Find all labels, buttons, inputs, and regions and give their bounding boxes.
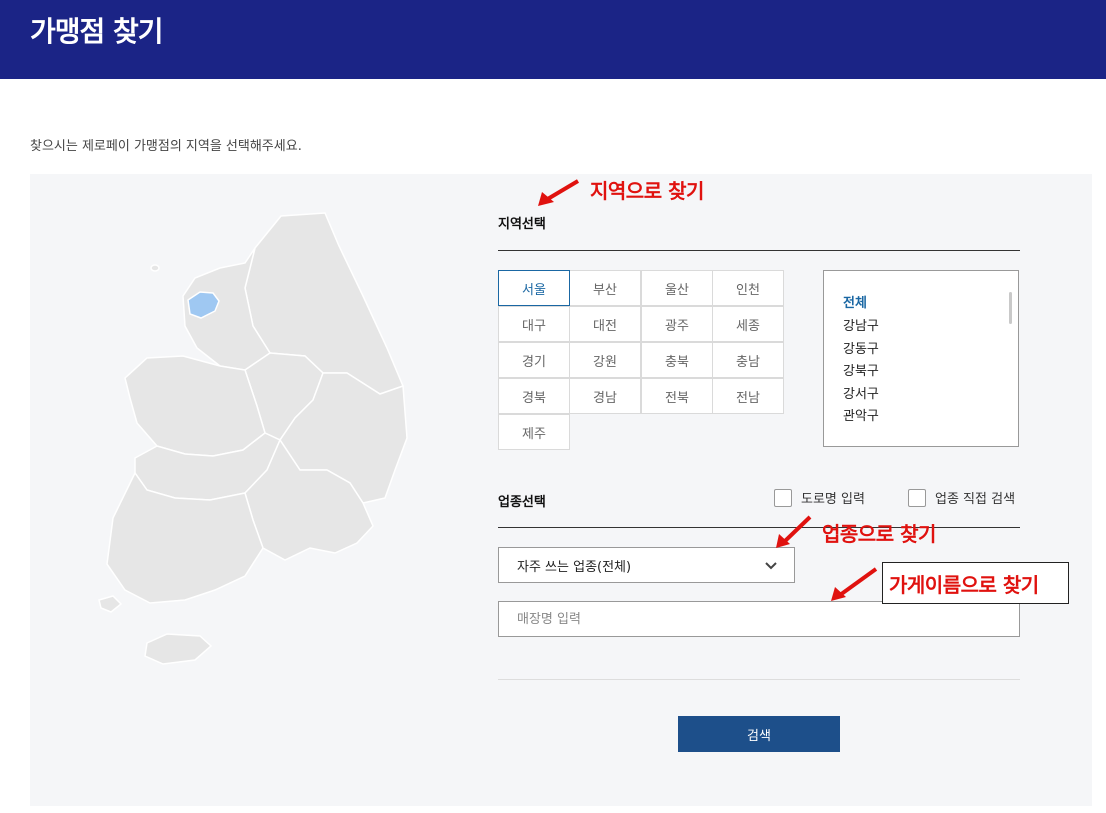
region-button-gyeongnam[interactable]: 경남 — [569, 378, 641, 414]
region-button-sejong[interactable]: 세종 — [712, 306, 784, 342]
district-list[interactable]: 전체 강남구 강동구 강북구 강서구 관악구 — [823, 270, 1019, 447]
region-button-busan[interactable]: 부산 — [569, 270, 641, 306]
region-button-daejeon[interactable]: 대전 — [569, 306, 641, 342]
intro-text: 찾으시는 제로페이 가맹점의 지역을 선택해주세요. — [30, 139, 302, 154]
red-arrow-icon — [831, 567, 878, 601]
region-button-jeju[interactable]: 제주 — [498, 414, 570, 450]
store-name-input[interactable] — [498, 601, 1020, 637]
page-title: 가맹점 찾기 — [30, 15, 164, 48]
region-button-jeonbuk[interactable]: 전북 — [641, 378, 713, 414]
region-button-gyeongbuk[interactable]: 경북 — [498, 378, 570, 414]
district-item[interactable]: 강동구 — [843, 338, 879, 357]
region-button-gyeonggi[interactable]: 경기 — [498, 342, 570, 378]
map-region-incheon-island — [98, 595, 123, 613]
region-button-gangwon[interactable]: 강원 — [569, 342, 641, 378]
annotation-by-store-name: 가게이름으로 찾기 — [889, 573, 1039, 597]
region-button-gwangju[interactable]: 광주 — [641, 306, 713, 342]
region-button-daegu[interactable]: 대구 — [498, 306, 570, 342]
road-name-checkbox[interactable]: 도로명 입력 — [774, 488, 865, 507]
chevron-down-icon — [765, 562, 777, 570]
district-item[interactable]: 강서구 — [843, 383, 879, 402]
region-divider — [498, 250, 1020, 251]
region-button-seoul[interactable]: 서울 — [498, 270, 570, 306]
category-select[interactable]: 자주 쓰는 업종(전체) — [498, 547, 795, 583]
checkbox-box[interactable] — [908, 488, 926, 507]
search-button[interactable]: 검색 — [678, 716, 840, 752]
region-button-ulsan[interactable]: 울산 — [641, 270, 713, 306]
checkbox-box[interactable] — [774, 488, 792, 507]
category-section-title: 업종선택 — [498, 495, 546, 510]
region-section-title: 지역선택 — [498, 217, 546, 232]
region-button-incheon[interactable]: 인천 — [712, 270, 784, 306]
district-scrollbar[interactable] — [1009, 292, 1012, 324]
category-select-value: 자주 쓰는 업종(전체) — [517, 559, 632, 575]
region-button-chungbuk[interactable]: 충북 — [641, 342, 713, 378]
district-item[interactable]: 관악구 — [843, 405, 879, 424]
map-region-ulleung — [150, 264, 160, 272]
map-region-chungnam — [124, 355, 266, 457]
annotation-by-region: 지역으로 찾기 — [590, 179, 704, 203]
category-divider — [498, 527, 1020, 528]
bottom-divider — [498, 679, 1020, 680]
red-arrow-icon — [776, 515, 812, 548]
region-button-chungnam[interactable]: 충남 — [712, 342, 784, 378]
district-item-all[interactable]: 전체 — [843, 292, 867, 311]
region-button-jeonnam[interactable]: 전남 — [712, 378, 784, 414]
direct-category-search-checkbox[interactable]: 업종 직접 검색 — [908, 488, 1015, 507]
annotation-by-category: 업종으로 찾기 — [822, 522, 936, 546]
red-arrow-icon — [538, 179, 580, 206]
district-item[interactable]: 강북구 — [843, 360, 879, 379]
road-name-checkbox-label: 도로명 입력 — [801, 492, 865, 507]
map-region-jeju — [144, 633, 213, 665]
korea-map[interactable] — [95, 208, 415, 670]
direct-category-search-label: 업종 직접 검색 — [935, 492, 1016, 507]
page-header: 가맹점 찾기 — [0, 0, 1106, 79]
district-item[interactable]: 강남구 — [843, 315, 879, 334]
